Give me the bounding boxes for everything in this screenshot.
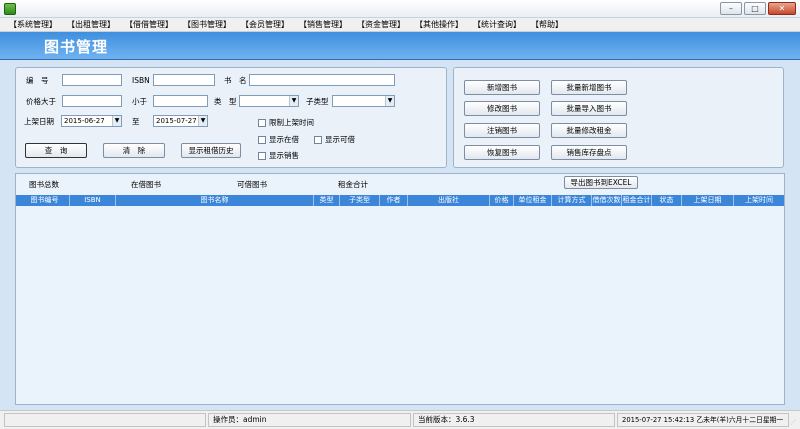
search-panel: 编 号 ISBN 书 名 价格大于 小于 类 型 ▼ 子类型 ▼ 上架日期 20… bbox=[15, 67, 447, 168]
checkbox-box bbox=[314, 135, 322, 144]
total-books-label: 图书总数 bbox=[29, 180, 59, 189]
query-button[interactable]: 查 询 bbox=[25, 143, 87, 158]
status-bar: 操作员：admin 当前版本：3.6.3 2015-07-27 15:42:13… bbox=[0, 410, 800, 429]
subtype-select[interactable]: ▼ bbox=[332, 95, 395, 107]
chevron-down-icon: ▼ bbox=[112, 116, 121, 126]
add-book-button[interactable]: 新增图书 bbox=[464, 80, 540, 95]
menu-borrow[interactable]: 【借借管理】 bbox=[120, 18, 178, 31]
inventory-button[interactable]: 销售库存盘点 bbox=[551, 145, 627, 160]
column-header[interactable]: 子类型 bbox=[340, 195, 380, 206]
can-borrow-label: 显示可借 bbox=[325, 135, 355, 144]
menu-bar: 【系统管理】 【出租管理】 【借借管理】 【图书管理】 【会员管理】 【销售管理… bbox=[0, 18, 800, 32]
checkbox-box bbox=[258, 135, 266, 144]
number-input[interactable] bbox=[62, 74, 122, 86]
operator-status: 操作员：admin bbox=[208, 413, 411, 427]
batch-import-button[interactable]: 批量导入图书 bbox=[551, 101, 627, 116]
type-select[interactable]: ▼ bbox=[239, 95, 299, 107]
export-excel-button[interactable]: 导出图书到EXCEL bbox=[564, 176, 638, 189]
price-gt-input[interactable] bbox=[62, 95, 122, 107]
in-borrow-checkbox[interactable]: 显示在借 bbox=[258, 134, 299, 145]
chevron-down-icon: ▼ bbox=[198, 116, 207, 126]
menu-members[interactable]: 【会员管理】 bbox=[236, 18, 294, 31]
sold-label: 显示销售 bbox=[269, 151, 299, 160]
edit-book-button[interactable]: 修改图书 bbox=[464, 101, 540, 116]
name-label: 书 名 bbox=[224, 76, 247, 85]
batch-edit-rent-button[interactable]: 批量修改租金 bbox=[551, 123, 627, 138]
page-title: 图书管理 bbox=[44, 38, 109, 56]
cancel-book-button[interactable]: 注销图书 bbox=[464, 123, 540, 138]
status-blank bbox=[4, 413, 206, 427]
column-header[interactable]: 图书编号 bbox=[20, 195, 70, 206]
column-header[interactable]: 状态 bbox=[652, 195, 682, 206]
table-header: 图书编号 ISBN 图书名称 类型 子类型 作者 出版社 价格 单位租金 计算方… bbox=[16, 195, 784, 206]
column-header[interactable]: 单位租金 bbox=[514, 195, 552, 206]
menu-books[interactable]: 【图书管理】 bbox=[178, 18, 236, 31]
menu-stats[interactable]: 【统计查询】 bbox=[468, 18, 526, 31]
menu-help[interactable]: 【帮助】 bbox=[526, 18, 568, 31]
checkbox-box bbox=[258, 151, 266, 160]
chevron-down-icon: ▼ bbox=[289, 96, 298, 106]
app-icon bbox=[4, 3, 16, 15]
date-from-value: 2015-06-27 bbox=[64, 117, 105, 125]
book-list: 图书总数 在借图书 可借图书 租金合计 导出图书到EXCEL 图书编号 ISBN… bbox=[15, 173, 785, 405]
can-borrow-checkbox[interactable]: 显示可借 bbox=[314, 134, 355, 145]
menu-sales[interactable]: 【销售管理】 bbox=[294, 18, 352, 31]
actions-panel: 新增图书 批量新增图书 修改图书 批量导入图书 注销图书 批量修改租金 恢复图书… bbox=[453, 67, 784, 168]
menu-rent[interactable]: 【出租管理】 bbox=[62, 18, 120, 31]
version-status: 当前版本：3.6.3 bbox=[413, 413, 615, 427]
checkbox-box bbox=[258, 118, 266, 127]
column-header[interactable]: 出版社 bbox=[408, 195, 490, 206]
maximize-icon[interactable]: □ bbox=[744, 2, 766, 15]
clear-button[interactable]: 清 除 bbox=[103, 143, 165, 158]
column-header[interactable]: ISBN bbox=[70, 195, 116, 206]
date-label: 上架日期 bbox=[24, 117, 54, 126]
can-borrow-books-label: 可借图书 bbox=[237, 180, 267, 189]
column-header[interactable]: 图书名称 bbox=[116, 195, 314, 206]
column-header[interactable]: 借借次数 bbox=[592, 195, 622, 206]
sold-checkbox[interactable]: 显示销售 bbox=[258, 150, 299, 161]
close-icon[interactable]: ✕ bbox=[768, 2, 796, 15]
name-input[interactable] bbox=[249, 74, 395, 86]
column-header[interactable]: 价格 bbox=[490, 195, 514, 206]
type-label: 类 型 bbox=[214, 97, 237, 106]
show-history-button[interactable]: 显示租借历史 bbox=[181, 143, 241, 158]
date-to-value: 2015-07-27 bbox=[156, 117, 197, 125]
date-to-picker[interactable]: 2015-07-27 ▼ bbox=[153, 115, 208, 127]
isbn-label: ISBN bbox=[132, 76, 150, 85]
isbn-input[interactable] bbox=[153, 74, 215, 86]
price-gt-label: 价格大于 bbox=[26, 97, 56, 106]
title-bar: – □ ✕ bbox=[0, 0, 800, 18]
datetime-status: 2015-07-27 15:42:13 乙未年(羊)六月十二日星期一 bbox=[617, 413, 789, 427]
number-label: 编 号 bbox=[26, 76, 49, 85]
price-lt-input[interactable] bbox=[153, 95, 208, 107]
column-header[interactable]: 作者 bbox=[380, 195, 408, 206]
column-header[interactable]: 类型 bbox=[314, 195, 340, 206]
menu-system[interactable]: 【系统管理】 bbox=[4, 18, 62, 31]
column-header[interactable]: 上架日期 bbox=[682, 195, 734, 206]
window-controls: – □ ✕ bbox=[720, 2, 796, 15]
column-header[interactable]: 计算方式 bbox=[552, 195, 592, 206]
restore-book-button[interactable]: 恢复图书 bbox=[464, 145, 540, 160]
limit-date-label: 限制上架时间 bbox=[269, 118, 314, 127]
batch-add-book-button[interactable]: 批量新增图书 bbox=[551, 80, 627, 95]
rent-total-label: 租金合计 bbox=[338, 180, 368, 189]
menu-other[interactable]: 【其他操作】 bbox=[410, 18, 468, 31]
column-header[interactable]: 上架时间 bbox=[734, 195, 784, 206]
menu-funds[interactable]: 【资金管理】 bbox=[352, 18, 410, 31]
page-header: 图书管理 bbox=[0, 32, 800, 60]
date-from-picker[interactable]: 2015-06-27 ▼ bbox=[61, 115, 122, 127]
resize-grip-icon[interactable]: ⋰ bbox=[790, 419, 798, 427]
minimize-icon[interactable]: – bbox=[720, 2, 742, 15]
subtype-label: 子类型 bbox=[306, 97, 329, 106]
limit-date-checkbox[interactable]: 限制上架时间 bbox=[258, 117, 314, 128]
to-label: 至 bbox=[132, 117, 140, 126]
chevron-down-icon: ▼ bbox=[385, 96, 394, 106]
price-lt-label: 小于 bbox=[132, 97, 147, 106]
in-borrow-label: 显示在借 bbox=[269, 135, 299, 144]
column-header[interactable]: 租金合计 bbox=[622, 195, 652, 206]
in-borrow-books-label: 在借图书 bbox=[131, 180, 161, 189]
